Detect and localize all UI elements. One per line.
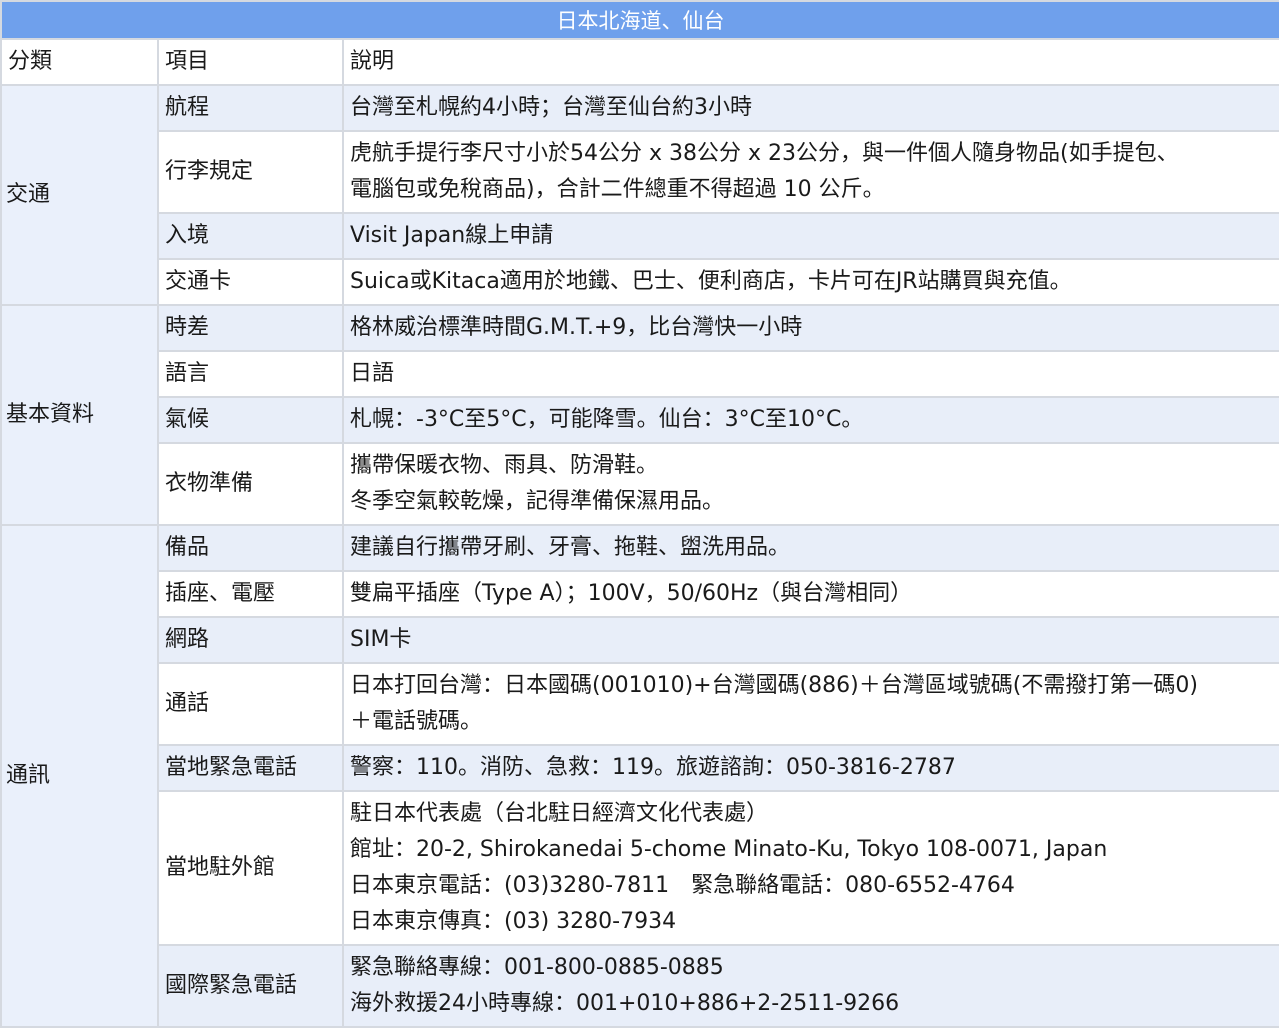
description-cell: 札幌：-3°C至5°C，可能降雪。仙台：3°C至10°C。: [341, 396, 1279, 444]
item-cell: 插座、電壓: [157, 570, 344, 618]
description-line: 虎航手提行李尺寸小於54公分 x 38公分 x 23公分，與一件個人隨身物品(如…: [350, 141, 1179, 166]
description-line: 台灣至札幌約4小時；台灣至仙台約3小時: [350, 95, 752, 120]
table-row: 語言 日語: [1, 350, 1279, 398]
table-row: 氣候 札幌：-3°C至5°C，可能降雪。仙台：3°C至10°C。: [1, 396, 1279, 444]
item-cell: 通話: [157, 662, 344, 746]
table-row: 通訊 備品 建議自行攜帶牙刷、牙膏、拖鞋、盥洗用品。: [0, 524, 1279, 1028]
description-line: 日本東京傳真：(03) 3280-7934: [350, 909, 677, 934]
description-line: 電腦包或免稅商品)，合計二件總重不得超過 10 公斤。: [350, 177, 885, 202]
description-line: 緊急聯絡專線：001-800-0885-0885: [350, 955, 724, 980]
description-line: 格林威治標準時間G.M.T.+9，比台灣快一小時: [350, 315, 803, 340]
header-item: 項目: [157, 38, 344, 86]
item-cell: 國際緊急電話: [157, 944, 344, 1028]
description-line: 札幌：-3°C至5°C，可能降雪。仙台：3°C至10°C。: [350, 407, 864, 432]
item-cell: 衣物準備: [157, 442, 344, 526]
table-row: 插座、電壓 雙扁平插座（Type A）；100V，50/60Hz（與台灣相同）: [1, 570, 1279, 618]
description-line: ＋電話號碼。: [350, 709, 483, 734]
description-line: 警察：110。消防、急救：119。旅遊諮詢：050-3816-2787: [350, 755, 956, 780]
description-cell: 緊急聯絡專線：001-800-0885-0885 海外救援24小時專線：001+0…: [341, 944, 1279, 1028]
table-row: 當地緊急電話 警察：110。消防、急救：119。旅遊諮詢：050-3816-278…: [1, 744, 1279, 792]
description-line: Suica或Kitaca適用於地鐵、巴士、便利商店，卡片可在JR站購買與充值。: [350, 269, 1072, 294]
table-row: 當地駐外館 駐日本代表處（台北駐日經濟文化代表處） 館址：20-2, Shiroka…: [1, 790, 1279, 946]
table-row: 基本資料 時差 格林威治標準時間G.M.T.+9，比台灣快一小時: [0, 304, 1279, 526]
header-description: 說明: [341, 38, 1279, 86]
description-line: 冬季空氣較乾燥，記得準備保濕用品。: [350, 489, 725, 514]
table-row: 通話 日本打回台灣：日本國碼(001010)+台灣國碼(886)＋台灣區域號碼(不…: [1, 662, 1279, 746]
description-line: 建議自行攜帶牙刷、牙膏、拖鞋、盥洗用品。: [350, 535, 791, 560]
category-cell: 通訊: [0, 524, 159, 1028]
table-row: 入境 Visit Japan線上申請: [1, 212, 1279, 260]
description-cell: 虎航手提行李尺寸小於54公分 x 38公分 x 23公分，與一件個人隨身物品(如…: [341, 130, 1279, 214]
description-cell: SIM卡: [341, 616, 1279, 664]
item-cell: 語言: [157, 350, 344, 398]
item-cell: 時差: [157, 304, 344, 352]
table-row: 國際緊急電話 緊急聯絡專線：001-800-0885-0885 海外救援24小時專線…: [1, 944, 1279, 1028]
description-line: 日語: [350, 361, 395, 386]
item-cell: 氣候: [157, 396, 344, 444]
item-cell: 當地緊急電話: [157, 744, 344, 792]
description-cell: 雙扁平插座（Type A）；100V，50/60Hz（與台灣相同）: [341, 570, 1279, 618]
description-cell: 駐日本代表處（台北駐日經濟文化代表處） 館址：20-2, Shirokanedai…: [341, 790, 1279, 946]
item-cell: 航程: [157, 84, 344, 132]
description-line: 館址：20-2, Shirokanedai 5-chome Minato-Ku,…: [350, 837, 1108, 862]
description-line: 日本東京電話：(03)3280-7811 緊急聯絡電話：080-6552-476…: [350, 873, 1015, 898]
category-cell: 基本資料: [0, 304, 159, 526]
description-cell: 警察：110。消防、急救：119。旅遊諮詢：050-3816-2787: [341, 744, 1279, 792]
description-cell: Suica或Kitaca適用於地鐵、巴士、便利商店，卡片可在JR站購買與充值。: [341, 258, 1279, 306]
description-cell: 日本打回台灣：日本國碼(001010)+台灣國碼(886)＋台灣區域號碼(不需撥…: [341, 662, 1279, 746]
description-cell: 建議自行攜帶牙刷、牙膏、拖鞋、盥洗用品。: [341, 524, 1279, 572]
table-title: 日本北海道、仙台: [0, 0, 1279, 40]
description-line: 攜帶保暖衣物、雨具、防滑鞋。: [350, 453, 659, 478]
description-line: Visit Japan線上申請: [350, 223, 554, 248]
header-category: 分類: [0, 38, 159, 86]
description-line: SIM卡: [350, 627, 412, 652]
table-row: 交通 航程 台灣至札幌約4小時；台灣至仙台約3小時: [0, 84, 1279, 306]
item-cell: 交通卡: [157, 258, 344, 306]
description-line: 海外救援24小時專線：001+010+886+2-2511-9266: [350, 991, 900, 1016]
info-table: 日本北海道、仙台 分類 項目 說明 交通 航程 台灣至札幌約4小時；台灣至仙台約3小…: [0, 0, 1279, 1028]
description-cell: 台灣至札幌約4小時；台灣至仙台約3小時: [341, 84, 1279, 132]
table-row: 行李規定 虎航手提行李尺寸小於54公分 x 38公分 x 23公分，與一件個人隨身…: [1, 130, 1279, 214]
item-cell: 行李規定: [157, 130, 344, 214]
description-cell: 格林威治標準時間G.M.T.+9，比台灣快一小時: [341, 304, 1279, 352]
table-row: 網路 SIM卡: [1, 616, 1279, 664]
item-cell: 當地駐外館: [157, 790, 344, 946]
description-cell: 日語: [341, 350, 1279, 398]
table-row: 交通卡 Suica或Kitaca適用於地鐵、巴士、便利商店，卡片可在JR站購買與充…: [1, 258, 1279, 306]
category-cell: 交通: [0, 84, 159, 306]
table-row: 衣物準備 攜帶保暖衣物、雨具、防滑鞋。冬季空氣較乾燥，記得準備保濕用品。: [1, 442, 1279, 526]
item-cell: 備品: [157, 524, 344, 572]
description-line: 駐日本代表處（台北駐日經濟文化代表處）: [350, 801, 769, 826]
item-cell: 入境: [157, 212, 344, 260]
description-cell: 攜帶保暖衣物、雨具、防滑鞋。冬季空氣較乾燥，記得準備保濕用品。: [341, 442, 1279, 526]
description-cell: Visit Japan線上申請: [341, 212, 1279, 260]
item-cell: 網路: [157, 616, 344, 664]
description-line: 雙扁平插座（Type A）；100V，50/60Hz（與台灣相同）: [350, 581, 913, 606]
description-line: 日本打回台灣：日本國碼(001010)+台灣國碼(886)＋台灣區域號碼(不需撥…: [350, 673, 1198, 698]
